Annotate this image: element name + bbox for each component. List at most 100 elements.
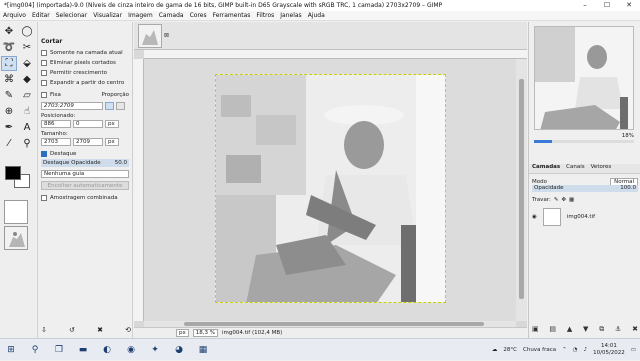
landscape-icon[interactable]: [105, 102, 114, 110]
weather-icon[interactable]: ☁: [492, 347, 498, 353]
ellipse-select-icon[interactable]: ◯: [19, 24, 35, 39]
restore-icon[interactable]: ↺: [69, 326, 75, 334]
lower-layer-icon[interactable]: ▼: [583, 325, 588, 334]
task-view-icon[interactable]: ❐: [52, 343, 66, 357]
transform-tool-icon[interactable]: ⬙: [19, 56, 35, 71]
eraser-icon[interactable]: ▱: [19, 88, 35, 103]
windows-start-icon[interactable]: ⊞: [4, 343, 18, 357]
vertical-ruler[interactable]: [134, 59, 144, 321]
image-photo[interactable]: [215, 74, 446, 303]
lock-alpha-icon[interactable]: ▦: [569, 197, 574, 203]
new-layer-icon[interactable]: ▣: [532, 325, 539, 334]
checkbox[interactable]: [41, 80, 47, 86]
bucket-fill-icon[interactable]: ◆: [19, 72, 35, 87]
size-unit-select[interactable]: px: [105, 138, 119, 146]
warp-tool-icon[interactable]: ⌘: [1, 72, 17, 87]
menu-arquivo[interactable]: Arquivo: [3, 12, 26, 19]
edge-browser-icon[interactable]: ◐: [100, 343, 114, 357]
highlight-row[interactable]: Destaque: [41, 149, 129, 159]
tab-vetores[interactable]: Vetores: [591, 164, 612, 173]
image-tab[interactable]: [138, 24, 162, 48]
zoom-select[interactable]: 18,3 %: [192, 329, 218, 337]
sample-merged-row[interactable]: Amostragem combinada: [41, 193, 129, 203]
tab-camadas[interactable]: Camadas: [532, 164, 560, 173]
size-width-field[interactable]: 2703: [41, 138, 71, 146]
crop-tool-icon[interactable]: ⛶: [1, 56, 17, 71]
menu-editar[interactable]: Editar: [32, 12, 50, 19]
option-allow-growing[interactable]: Permitir crescimento: [41, 68, 129, 78]
portrait-icon[interactable]: [116, 102, 125, 110]
excel-icon[interactable]: ▦: [196, 343, 210, 357]
color-swatches[interactable]: [3, 164, 33, 192]
navigation-preview[interactable]: [534, 26, 634, 130]
menu-cores[interactable]: Cores: [190, 12, 207, 19]
layer-opacity-slider[interactable]: Opacidade 100.0: [532, 185, 638, 192]
fixed-mode-select[interactable]: Proporção: [102, 92, 129, 98]
checkbox[interactable]: [41, 60, 47, 66]
navigation-zoom[interactable]: 18%: [534, 133, 634, 143]
position-unit-select[interactable]: px: [105, 120, 119, 128]
smudge-icon[interactable]: ☝: [19, 104, 35, 119]
clone-tool-icon[interactable]: ⊕: [1, 104, 17, 119]
zoom-tool-icon[interactable]: ⚲: [19, 136, 35, 151]
shrink-auto-button[interactable]: Encolher automaticamente: [41, 181, 129, 190]
lock-pixels-icon[interactable]: ✎: [554, 197, 559, 203]
foreground-color[interactable]: [5, 166, 21, 180]
notifications-icon[interactable]: ▭: [631, 347, 636, 353]
delete-layer-icon[interactable]: ✖: [632, 325, 638, 334]
layer-name[interactable]: img004.tif: [567, 214, 595, 220]
clock[interactable]: 14:01 10/05/2022: [593, 343, 625, 357]
move-tool-icon[interactable]: ✥: [1, 24, 17, 39]
raise-layer-icon[interactable]: ▲: [567, 325, 572, 334]
visibility-eye-icon[interactable]: ◉: [532, 214, 537, 220]
color-picker-icon[interactable]: ⁄: [1, 136, 17, 151]
checkbox[interactable]: [41, 70, 47, 76]
menu-janelas[interactable]: Janelas: [280, 12, 301, 19]
weather-temp[interactable]: 28°C: [503, 347, 517, 353]
reset-icon[interactable]: ⟲: [125, 326, 131, 334]
scissors-icon[interactable]: ✂: [19, 40, 35, 55]
checkbox[interactable]: [41, 50, 47, 56]
minimize-button[interactable]: –: [574, 0, 596, 11]
volume-icon[interactable]: ♪: [584, 347, 588, 353]
anchor-icon[interactable]: ⚓: [615, 325, 621, 334]
highlight-checkbox[interactable]: [41, 151, 47, 157]
maximize-button[interactable]: ☐: [596, 0, 618, 11]
weather-text[interactable]: Chuva fraca: [523, 347, 556, 353]
tab-canais[interactable]: Canais: [566, 164, 584, 173]
brush-preview[interactable]: [4, 200, 28, 224]
path-tool-icon[interactable]: ✒: [1, 120, 17, 135]
option-delete-cropped[interactable]: Eliminar pixels cortados: [41, 58, 129, 68]
horizontal-ruler[interactable]: [144, 50, 527, 59]
gimp-icon[interactable]: ✦: [148, 343, 162, 357]
network-icon[interactable]: ◔: [573, 347, 578, 353]
layer-item[interactable]: ◉ img004.tif: [532, 206, 638, 228]
menu-ajuda[interactable]: Ajuda: [308, 12, 325, 19]
lock-position-icon[interactable]: ✥: [561, 197, 566, 203]
unit-select[interactable]: px: [176, 329, 189, 337]
nav-zoom-slider[interactable]: [534, 140, 634, 143]
option-current-layer[interactable]: Somente na camada atual: [41, 48, 129, 58]
menu-imagem[interactable]: Imagem: [128, 12, 153, 19]
close-button[interactable]: ✕: [618, 0, 640, 11]
chrome-icon[interactable]: ◉: [124, 343, 138, 357]
new-group-icon[interactable]: ▤: [549, 325, 556, 334]
position-y-field[interactable]: 0: [73, 120, 103, 128]
search-icon[interactable]: ⚲: [28, 343, 42, 357]
menu-ferramentas[interactable]: Ferramentas: [213, 12, 251, 19]
highlight-opacity-slider[interactable]: Destaque Opacidade 50.0: [41, 159, 129, 167]
file-explorer-icon[interactable]: ▬: [76, 343, 90, 357]
vertical-scrollbar[interactable]: [516, 59, 527, 321]
position-x-field[interactable]: 886: [41, 120, 71, 128]
text-tool-icon[interactable]: A: [19, 120, 35, 135]
delete-icon[interactable]: ✖: [97, 326, 103, 334]
scroll-thumb[interactable]: [184, 322, 484, 326]
checkbox[interactable]: [41, 195, 47, 201]
fixed-checkbox[interactable]: [41, 92, 47, 98]
guide-select[interactable]: Nenhuma guia: [41, 170, 129, 178]
paintbrush-icon[interactable]: ✎: [1, 88, 17, 103]
menu-selecionar[interactable]: Selecionar: [56, 12, 87, 19]
save-preset-icon[interactable]: ⇩: [41, 326, 47, 334]
menu-camada[interactable]: Camada: [159, 12, 184, 19]
duplicate-layer-icon[interactable]: ⧉: [599, 325, 604, 334]
